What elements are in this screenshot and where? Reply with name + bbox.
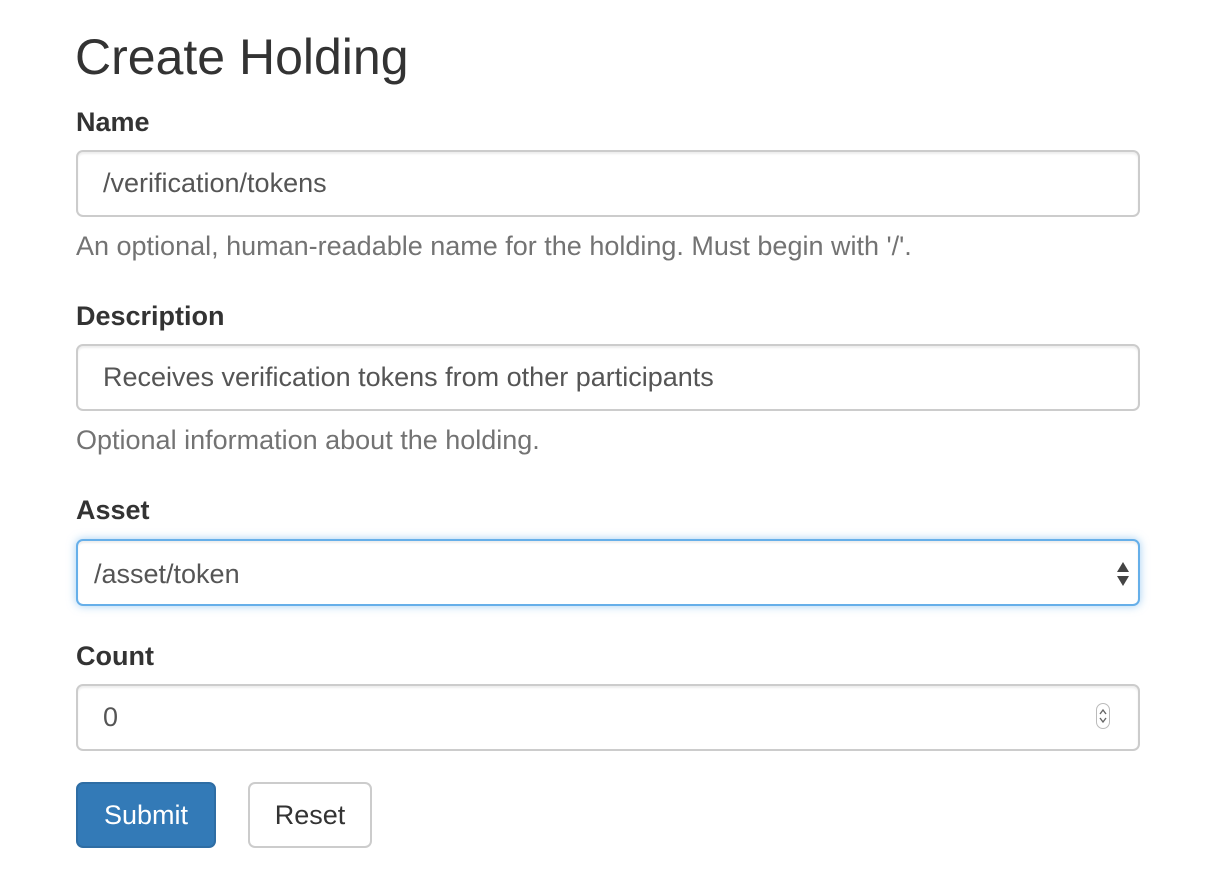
page-title: Create Holding: [75, 29, 409, 85]
count-label: Count: [76, 641, 154, 671]
name-help-text: An optional, human-readable name for the…: [76, 231, 912, 261]
submit-button[interactable]: Submit: [76, 782, 216, 848]
up-down-arrows-icon: [1116, 561, 1130, 587]
reset-button[interactable]: Reset: [248, 782, 372, 848]
stepper-icon[interactable]: [1096, 703, 1110, 729]
count-input[interactable]: [76, 684, 1140, 751]
name-input[interactable]: [76, 150, 1140, 217]
description-label: Description: [76, 301, 225, 331]
description-help-text: Optional information about the holding.: [76, 425, 540, 455]
create-holding-page: Create Holding Name An optional, human-r…: [0, 0, 1210, 890]
count-field: [76, 684, 1140, 751]
asset-selected-value: /asset/token: [94, 559, 240, 589]
name-label: Name: [76, 107, 150, 137]
asset-select[interactable]: /asset/token: [76, 539, 1140, 606]
asset-label: Asset: [76, 495, 150, 525]
description-input[interactable]: [76, 344, 1140, 411]
